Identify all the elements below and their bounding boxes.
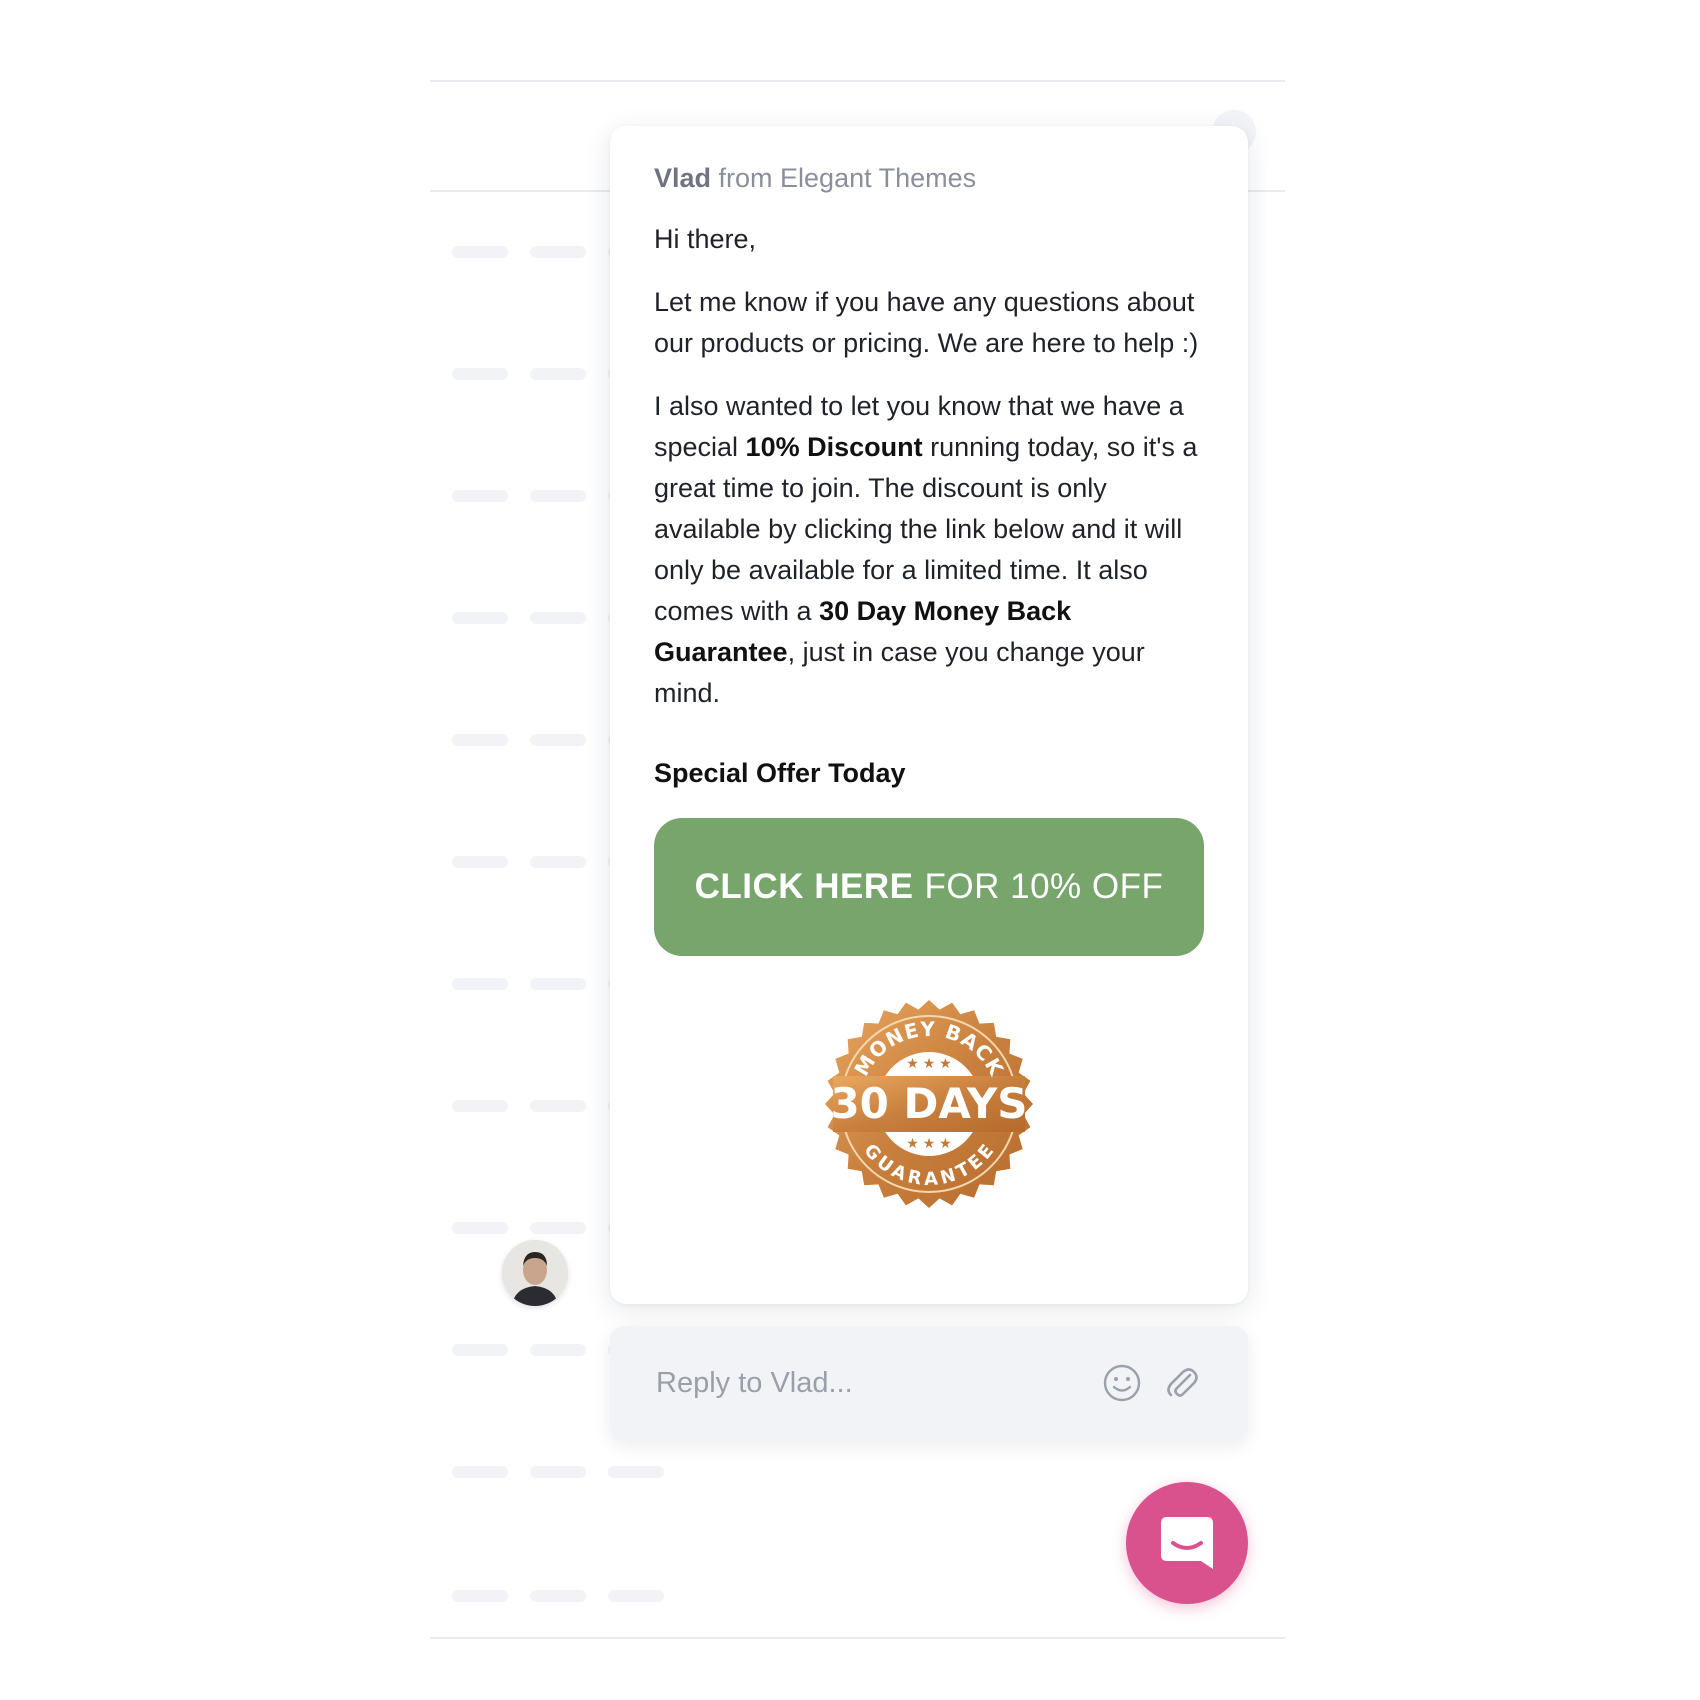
divider-bottom <box>430 1637 1285 1639</box>
skeleton-row <box>452 1466 664 1478</box>
svg-text:★ ★ ★: ★ ★ ★ <box>906 1055 951 1071</box>
reply-input[interactable] <box>654 1365 1084 1401</box>
avatar <box>502 1240 568 1306</box>
svg-text:★ ★ ★: ★ ★ ★ <box>906 1135 951 1151</box>
skeleton-row <box>452 1590 664 1602</box>
message-paragraph: Let me know if you have any questions ab… <box>654 287 1199 358</box>
message-card: Vlad from Elegant Themes Hi there, Let m… <box>610 126 1248 1304</box>
offer-title: Special Offer Today <box>654 758 906 788</box>
paperclip-icon[interactable] <box>1160 1361 1204 1405</box>
smiley-icon[interactable] <box>1100 1361 1144 1405</box>
sender-line: Vlad from Elegant Themes <box>654 161 1204 195</box>
divider-top <box>430 80 1285 82</box>
chat-launcher-button[interactable] <box>1126 1482 1248 1604</box>
sender-company: from Elegant Themes <box>711 163 977 193</box>
discount-highlight: 10% Discount <box>745 432 923 462</box>
discount-cta-button[interactable]: CLICK HERE FOR 10% OFF <box>654 818 1204 956</box>
cta-label: FOR 10% OFF <box>924 867 1164 906</box>
user-avatar-icon <box>502 1240 568 1306</box>
chat-bubble-icon <box>1161 1517 1213 1569</box>
cta-strong-label: CLICK HERE <box>694 867 914 906</box>
guarantee-badge-wrap: MONEY BACK GUARANTEE 30 DAYS ★ ★ ★ ★ ★ ★ <box>654 994 1204 1214</box>
sender-name: Vlad <box>654 163 712 193</box>
message-paragraph: I also wanted to let you know that we ha… <box>654 386 1204 714</box>
reply-composer <box>610 1326 1248 1440</box>
money-back-guarantee-badge: MONEY BACK GUARANTEE 30 DAYS ★ ★ ★ ★ ★ ★ <box>825 1000 1033 1208</box>
badge-main-text: 30 DAYS <box>830 1079 1027 1128</box>
greeting-text: Hi there, <box>654 224 757 254</box>
